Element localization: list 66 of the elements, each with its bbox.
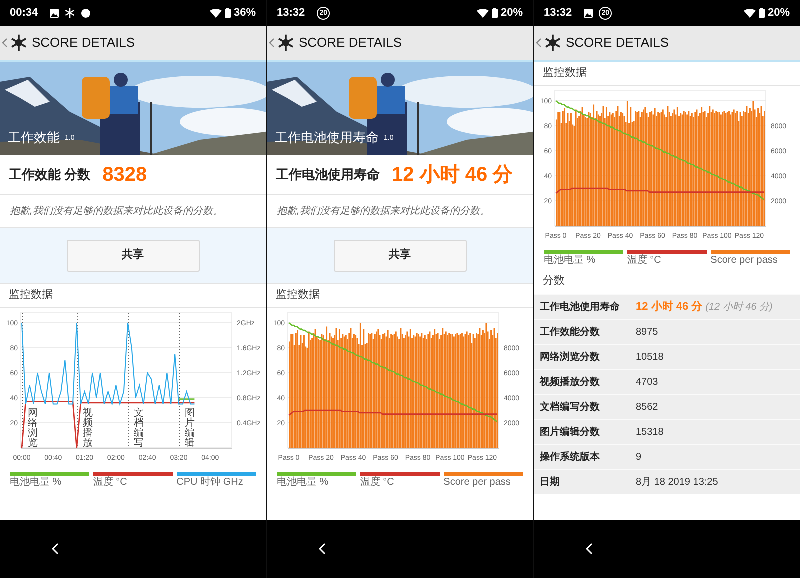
- section-title: 分数: [543, 274, 565, 289]
- row-label: 视频播放分数: [540, 376, 601, 390]
- score-value: 12 小时 46 分: [392, 162, 514, 188]
- row-value: 10518: [636, 350, 664, 364]
- comparison-note: 抱歉,我们没有足够的数据来对比此设备的分数。: [10, 204, 223, 218]
- circle-icon: [81, 8, 92, 18]
- snowflake-logo-icon: [277, 34, 295, 52]
- battery-percentage: 36%: [234, 6, 256, 21]
- legend-label: 温度 °C: [360, 476, 396, 490]
- clock-time: 13:32: [544, 6, 572, 21]
- legend-label: Score per pass: [710, 254, 779, 268]
- battery-percentage: 20%: [500, 6, 523, 21]
- battery-icon: [224, 8, 231, 18]
- hero-title: 工作电池使用寿命: [275, 128, 379, 146]
- battery-icon: [758, 8, 765, 18]
- section-title: 监控数据: [276, 288, 320, 304]
- row-value: 8月 18 2019 13:25: [636, 476, 718, 490]
- share-button[interactable]: 共享: [334, 240, 466, 272]
- legend-label: 电池电量 %: [544, 254, 597, 268]
- row-value: 8975: [636, 326, 658, 340]
- section-title: 监控数据: [9, 288, 53, 304]
- snowflake-logo-icon: [10, 34, 28, 52]
- marker-label: 网络浏览: [28, 408, 38, 449]
- row-label: 图片编辑分数: [540, 426, 601, 440]
- row-value: 15318: [636, 426, 664, 440]
- page-title: SCORE DETAILS: [299, 34, 402, 52]
- row-value: 12 小时 46 分: [636, 300, 703, 315]
- legend-label: 温度 °C: [93, 476, 128, 490]
- marker-label: 图片编辑: [184, 408, 195, 449]
- row-note: (12 小时 46 分): [706, 300, 773, 314]
- row-label: 网络浏览分数: [540, 350, 601, 364]
- clock-time: 00:34: [10, 6, 38, 21]
- wifi-icon: [744, 8, 756, 18]
- image-icon: [50, 8, 60, 18]
- row-value: 8562: [636, 400, 658, 414]
- page-title: SCORE DETAILS: [566, 34, 670, 52]
- score-label: 工作电池使用寿命: [276, 166, 380, 184]
- snowflake-logo-icon: [544, 34, 562, 52]
- clock-time: 13:32: [277, 6, 306, 21]
- battery-percentage: 20%: [768, 6, 790, 21]
- score-value: 8328: [102, 162, 148, 188]
- comparison-note: 抱歉,我们没有足够的数据来对比此设备的分数。: [277, 204, 490, 218]
- row-label: 工作效能分数: [540, 326, 601, 340]
- row-label: 工作电池使用寿命: [540, 300, 621, 314]
- battery-icon: [492, 8, 498, 18]
- row-label: 文档编写分数: [540, 400, 601, 414]
- legend-label: 电池电量 %: [277, 476, 330, 490]
- marker-label: 文档编写: [134, 408, 144, 449]
- hero-title: 工作效能: [8, 128, 60, 146]
- wifi-icon: [210, 8, 222, 18]
- image-icon: [584, 8, 594, 18]
- section-title: 监控数据: [543, 66, 587, 82]
- page-title: SCORE DETAILS: [32, 34, 136, 52]
- score-label: 工作效能 分数: [9, 166, 91, 184]
- legend-label: Score per pass: [444, 476, 512, 490]
- legend-label: 电池电量 %: [10, 476, 63, 490]
- marker-label: 视频播放: [82, 408, 93, 449]
- legend-label: CPU 时钟 GHz: [176, 476, 244, 490]
- row-value: 9: [636, 450, 642, 464]
- wifi-icon: [476, 8, 489, 18]
- snowflake-icon: [65, 8, 76, 18]
- row-label: 操作系统版本: [540, 450, 601, 464]
- row-label: 日期: [540, 476, 561, 490]
- row-value: 4703: [636, 376, 658, 390]
- legend-label: 温度 °C: [627, 254, 662, 268]
- share-button[interactable]: 共享: [66, 240, 200, 272]
